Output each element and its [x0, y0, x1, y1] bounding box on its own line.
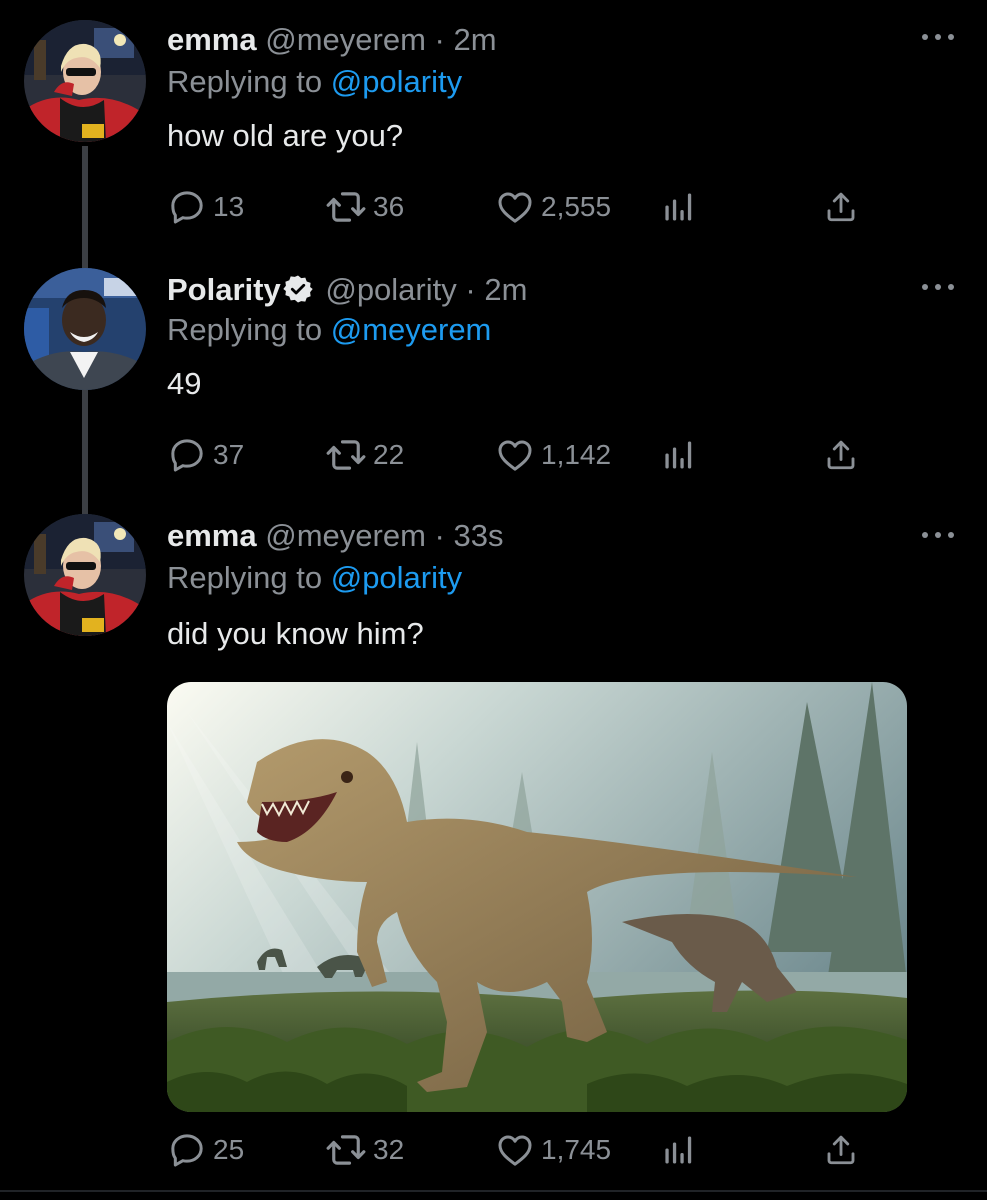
analytics-icon [660, 189, 696, 225]
retweet-button[interactable]: 32 [325, 1128, 404, 1172]
tweet-text: did you know him? [167, 616, 424, 651]
tweet[interactable]: Polarity @polarity · 2m Replying to @mey… [0, 250, 987, 500]
share-button[interactable] [823, 433, 859, 477]
share-button[interactable] [823, 1128, 859, 1172]
more-icon[interactable] [918, 528, 958, 548]
tweet-header: emma @meyerem · 2m [167, 20, 497, 60]
more-icon[interactable] [918, 280, 958, 300]
replying-prefix: Replying to [167, 64, 323, 99]
reply-button[interactable]: 13 [167, 185, 244, 229]
timestamp[interactable]: 33s [453, 518, 503, 553]
heart-icon [495, 187, 535, 227]
like-button[interactable]: 1,745 [495, 1128, 611, 1172]
timestamp[interactable]: 2m [453, 22, 496, 57]
like-count: 1,745 [541, 1134, 612, 1165]
mention-link[interactable]: @polarity [331, 64, 462, 99]
display-name[interactable]: emma [167, 22, 257, 57]
like-count: 1,142 [541, 439, 612, 470]
share-icon [823, 437, 859, 473]
retweet-icon [325, 1129, 367, 1171]
more-icon[interactable] [918, 30, 958, 50]
analytics-button[interactable] [660, 185, 696, 229]
mention-link[interactable]: @meyerem [331, 312, 492, 347]
avatar[interactable] [24, 20, 146, 142]
action-bar: 25 32 1,745 [167, 1128, 887, 1172]
retweet-count: 36 [373, 191, 405, 222]
reply-icon [167, 435, 207, 475]
analytics-icon [660, 437, 696, 473]
share-button[interactable] [823, 185, 859, 229]
like-count: 2,555 [541, 191, 612, 222]
display-name[interactable]: emma [167, 518, 257, 553]
tweet-text: how old are you? [167, 118, 404, 153]
like-button[interactable]: 2,555 [495, 185, 611, 229]
retweet-button[interactable]: 22 [325, 433, 404, 477]
divider [0, 1190, 987, 1192]
tyrannosaurus-photo[interactable] [167, 682, 907, 1112]
heart-icon [495, 435, 535, 475]
replying-prefix: Replying to [167, 312, 323, 347]
reply-button[interactable]: 25 [167, 1128, 244, 1172]
reply-icon [167, 1130, 207, 1170]
separator: · [434, 22, 445, 57]
retweet-icon [325, 434, 367, 476]
timestamp[interactable]: 2m [484, 272, 527, 307]
display-name[interactable]: Polarity [167, 272, 281, 307]
analytics-icon [660, 1132, 696, 1168]
user-handle[interactable]: @polarity [325, 272, 456, 307]
reply-button[interactable]: 37 [167, 433, 244, 477]
user-handle[interactable]: @meyerem [265, 22, 426, 57]
replying-to: Replying to @meyerem [167, 310, 491, 350]
retweet-count: 22 [373, 439, 405, 470]
share-icon [823, 1132, 859, 1168]
retweet-icon [325, 186, 367, 228]
share-icon [823, 189, 859, 225]
tweet[interactable]: emma @meyerem · 2m Replying to @polarity… [0, 0, 987, 250]
avatar[interactable] [24, 268, 146, 390]
analytics-button[interactable] [660, 1128, 696, 1172]
analytics-button[interactable] [660, 433, 696, 477]
tweet-header: Polarity @polarity · 2m [167, 270, 527, 314]
avatar[interactable] [24, 514, 146, 636]
verified-badge-icon [283, 274, 313, 314]
reply-icon [167, 187, 207, 227]
action-bar: 37 22 1,142 [167, 433, 887, 477]
tweet-header: emma @meyerem · 33s [167, 516, 503, 556]
reply-count: 13 [213, 191, 245, 222]
tweet-text: 49 [167, 366, 202, 401]
user-handle[interactable]: @meyerem [265, 518, 426, 553]
replying-to: Replying to @polarity [167, 62, 462, 102]
like-button[interactable]: 1,142 [495, 433, 611, 477]
reply-count: 25 [213, 1134, 245, 1165]
action-bar: 13 36 2,555 [167, 185, 887, 229]
retweet-button[interactable]: 36 [325, 185, 404, 229]
mention-link[interactable]: @polarity [331, 560, 462, 595]
separator: · [465, 272, 476, 307]
reply-count: 37 [213, 439, 245, 470]
replying-to: Replying to @polarity [167, 558, 462, 598]
retweet-count: 32 [373, 1134, 405, 1165]
separator: · [434, 518, 445, 553]
replying-prefix: Replying to [167, 560, 323, 595]
heart-icon [495, 1130, 535, 1170]
